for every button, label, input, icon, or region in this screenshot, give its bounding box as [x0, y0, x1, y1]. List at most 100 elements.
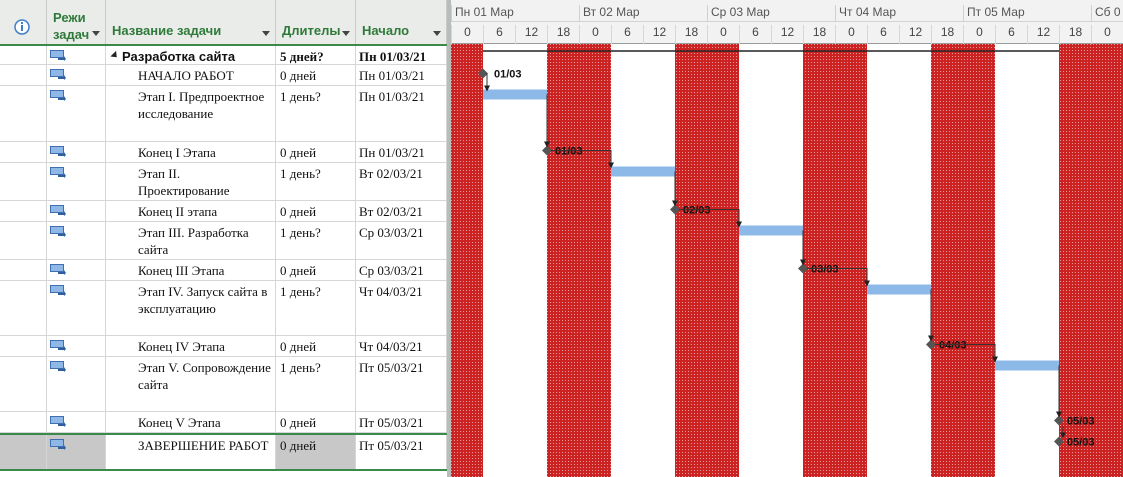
task-duration[interactable]: 0 дней — [280, 338, 316, 355]
start-column-header[interactable]: Начало — [356, 0, 447, 44]
timescale-hour-label: 6 — [867, 25, 899, 44]
task-bar — [483, 89, 547, 100]
task-duration[interactable]: 5 дней? — [280, 48, 324, 65]
info-column-header[interactable] — [0, 0, 47, 44]
task-duration[interactable]: 1 день? — [280, 283, 321, 300]
table-cell — [0, 163, 47, 200]
table-row[interactable]: НАЧАЛО РАБОТ 0 дней Пн 01/03/21 — [0, 65, 447, 86]
task-name[interactable]: Конец IV Этапа — [138, 338, 272, 355]
task-duration[interactable]: 0 дней — [280, 67, 316, 84]
timescale-hour-label: 0 — [963, 25, 995, 44]
timescale-hour-label: 6 — [739, 25, 771, 44]
name-header-label: Название задачи — [112, 23, 222, 38]
table-row[interactable]: Этап III. Разработка сайта 1 день? Ср 03/0… — [0, 222, 447, 260]
table-row[interactable]: Конец IV Этапа 0 дней Чт 04/03/21 — [0, 336, 447, 357]
table-row[interactable]: Этап II. Проектирование 1 день? Вт 02/03/2… — [0, 163, 447, 201]
task-name[interactable]: ЗАВЕРШЕНИЕ РАБОТ — [138, 437, 272, 454]
task-start[interactable]: Пн 01/03/21 — [359, 144, 425, 161]
task-duration[interactable]: 1 день? — [280, 359, 321, 376]
mode-column-header[interactable]: Режи задач — [47, 0, 106, 44]
task-start[interactable]: Ср 03/03/21 — [359, 224, 424, 241]
table-row[interactable]: Этап I. Предпроектное исследование 1 день… — [0, 86, 447, 142]
task-bar — [867, 284, 931, 295]
milestone-date-label: 02/03 — [683, 205, 711, 217]
gantt-chart: Пн 01 Мар Вт 02 Мар Ср 03 Мар Чт 04 Мар Пт 0… — [451, 0, 1123, 477]
timescale-hour-label: 18 — [675, 25, 707, 44]
working-time-band — [483, 44, 547, 477]
auto-schedule-icon — [50, 439, 66, 450]
auto-schedule-icon — [50, 361, 66, 372]
task-start[interactable]: Чт 04/03/21 — [359, 338, 423, 355]
table-cell — [0, 412, 47, 432]
task-start[interactable]: Пт 05/03/21 — [359, 437, 424, 454]
auto-schedule-icon — [50, 50, 66, 61]
task-duration[interactable]: 0 дней — [280, 414, 316, 431]
timescale-hour-label: 12 — [515, 25, 547, 44]
task-start[interactable]: Вт 02/03/21 — [359, 203, 423, 220]
timescale-day-label: Ср 03 Мар — [707, 5, 770, 22]
table-row[interactable]: Конец V Этапа 0 дней Пт 05/03/21 — [0, 412, 447, 433]
auto-schedule-icon — [50, 264, 66, 275]
auto-schedule-icon — [50, 340, 66, 351]
task-duration[interactable]: 0 дней — [280, 144, 316, 161]
task-name[interactable]: Этап I. Предпроектное исследование — [138, 88, 272, 122]
task-name[interactable]: Конец V Этапа — [138, 414, 272, 431]
table-row[interactable]: Разработка сайта 5 дней? Пн 01/03/21 — [0, 46, 447, 65]
chevron-down-icon[interactable] — [262, 31, 270, 36]
chevron-down-icon[interactable] — [92, 31, 100, 36]
task-bar — [739, 225, 803, 236]
task-name[interactable]: Разработка сайта — [122, 48, 256, 65]
task-name[interactable]: НАЧАЛО РАБОТ — [138, 67, 272, 84]
chevron-down-icon[interactable] — [433, 31, 441, 36]
task-name[interactable]: Этап V. Сопровождение сайта — [138, 359, 272, 393]
task-duration[interactable]: 1 день? — [280, 88, 321, 105]
task-duration[interactable]: 0 дней — [280, 262, 316, 279]
table-cell — [0, 357, 47, 411]
task-start[interactable]: Пт 05/03/21 — [359, 414, 424, 431]
task-start[interactable]: Пт 05/03/21 — [359, 359, 424, 376]
table-row[interactable]: Этап IV. Запуск сайта в эксплуатацию 1 де… — [0, 281, 447, 336]
task-duration[interactable]: 1 день? — [280, 165, 321, 182]
task-duration[interactable]: 0 дней — [280, 203, 316, 220]
working-time-band — [867, 44, 931, 477]
task-start[interactable]: Пн 01/03/21 — [359, 67, 425, 84]
task-name[interactable]: Этап IV. Запуск сайта в эксплуатацию — [138, 283, 272, 317]
task-name[interactable]: Этап III. Разработка сайта — [138, 224, 272, 258]
table-row[interactable]: Конец I Этапа 0 дней Пн 01/03/21 — [0, 142, 447, 163]
milestone-date-label: 01/03 — [555, 146, 583, 158]
chevron-down-icon[interactable] — [342, 31, 350, 36]
table-row[interactable]: Этап V. Сопровождение сайта 1 день? Пт 05/… — [0, 357, 447, 412]
task-name[interactable]: Конец III Этапа — [138, 262, 272, 279]
working-time-band — [995, 44, 1059, 477]
timescale-hour-label: 12 — [643, 25, 675, 44]
working-time-band — [739, 44, 803, 477]
nonworking-time-band — [931, 44, 995, 477]
task-duration[interactable]: 0 дней — [280, 437, 316, 454]
milestone-date-label: 05/03 — [1067, 437, 1095, 449]
task-name[interactable]: Конец I Этапа — [138, 144, 272, 161]
task-start[interactable]: Пн 01/03/21 — [359, 88, 425, 105]
task-name[interactable]: Конец II этапа — [138, 203, 272, 220]
timescale-hour-label: 6 — [483, 25, 515, 44]
timescale-day-label: Пт 05 Мар — [963, 5, 1025, 22]
table-cell — [0, 86, 47, 141]
table-row[interactable]: Конец II этапа 0 дней Вт 02/03/21 — [0, 201, 447, 222]
table-row[interactable]: ЗАВЕРШЕНИЕ РАБОТ 0 дней Пт 05/03/21 — [0, 433, 447, 471]
info-icon — [14, 19, 30, 35]
table-row[interactable]: Конец III Этапа 0 дней Ср 03/03/21 — [0, 260, 447, 281]
table-cell — [0, 142, 47, 162]
name-column-header[interactable]: Название задачи — [106, 0, 276, 44]
task-duration[interactable]: 1 день? — [280, 224, 321, 241]
timescale-hours: 0 6 12 18 0 6 12 18 0 6 12 18 0 6 12 18 0 6 12 18 0 — [451, 22, 1123, 44]
task-start[interactable]: Вт 02/03/21 — [359, 165, 423, 182]
timescale-hour-label: 6 — [611, 25, 643, 44]
task-start[interactable]: Ср 03/03/21 — [359, 262, 424, 279]
auto-schedule-icon — [50, 167, 66, 178]
auto-schedule-icon — [50, 146, 66, 157]
duration-column-header[interactable]: Длителы — [276, 0, 356, 44]
timescale-days: Пн 01 Мар Вт 02 Мар Ср 03 Мар Чт 04 Мар Пт 0… — [451, 0, 1123, 22]
task-start[interactable]: Пн 01/03/21 — [359, 48, 426, 65]
gantt-chart-area: 01/03 01/03 02/03 03/03 04/03 05/03 05/03 — [451, 44, 1123, 477]
task-start[interactable]: Чт 04/03/21 — [359, 283, 423, 300]
task-name[interactable]: Этап II. Проектирование — [138, 165, 272, 199]
